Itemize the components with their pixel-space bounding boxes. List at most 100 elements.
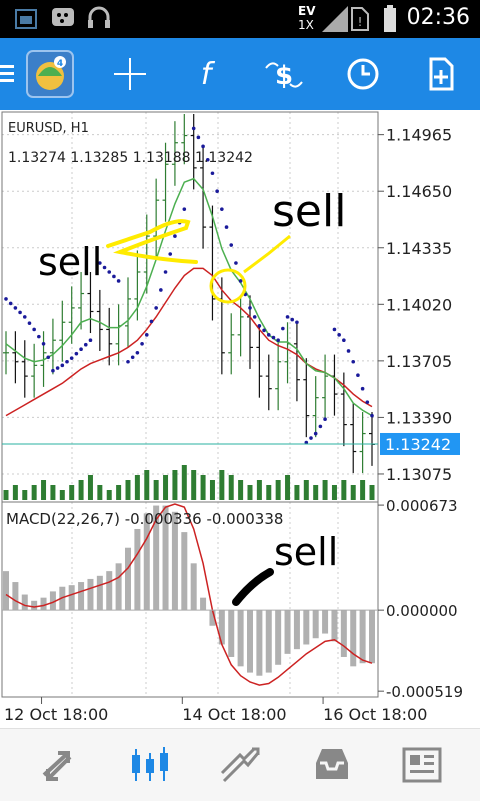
price-tick-label: 1.14650 [386, 182, 452, 201]
tab-chart[interactable] [102, 729, 198, 801]
macd-hist-bar [359, 610, 366, 664]
sar-dot [135, 350, 140, 355]
battery-icon [384, 5, 396, 32]
volume-bar [360, 480, 366, 500]
sar-dot [83, 342, 88, 347]
sar-dot [182, 207, 187, 211]
tab-trade[interactable] [192, 729, 288, 801]
volume-bar [238, 480, 244, 500]
sar-dot [32, 327, 36, 332]
new-order-button[interactable] [411, 38, 471, 110]
ohlc-label: 1.13274 1.13285 1.13188 1.13242 [8, 150, 253, 166]
volume-bar [116, 485, 122, 500]
signal-badge: 1X [298, 18, 314, 32]
macd-hist-bar [369, 610, 375, 664]
sar-dot [360, 386, 365, 391]
price-chart[interactable]: EURUSD, H1 1.13274 1.13285 1.13188 1.132… [0, 110, 480, 728]
sar-dot [201, 144, 205, 149]
volume-bar [59, 490, 65, 500]
volume-bar [106, 490, 112, 500]
macd-hist-bar [106, 571, 113, 611]
sar-dot [154, 306, 158, 310]
sar-dot [116, 279, 121, 283]
sar-dot [229, 243, 234, 247]
volume-bar [228, 475, 234, 500]
volume-bar [209, 480, 215, 500]
price-axis: 1.14965 1.14650 1.14335 1.14020 1.13705 1.133… [378, 126, 452, 484]
app-logo-button[interactable]: 4 [20, 38, 80, 110]
sar-dot [51, 368, 55, 373]
sar-dot [18, 310, 22, 315]
volume-bar [125, 480, 131, 500]
sar-dot [8, 301, 13, 306]
chart-icon [132, 747, 168, 781]
macd-hist-bar [247, 610, 253, 673]
sar-dot [323, 417, 327, 422]
volume-bar [153, 480, 159, 500]
tab-quotes[interactable] [10, 729, 106, 801]
news-icon [402, 747, 442, 783]
chart-area[interactable]: EURUSD, H1 1.13274 1.13285 1.13188 1.132… [0, 110, 480, 728]
signal-strength-icon [322, 6, 348, 32]
crosshair-icon [114, 58, 146, 90]
svg-text:!: ! [358, 15, 363, 29]
gallery-icon [15, 9, 37, 29]
sar-dot [74, 351, 79, 356]
volume-bar [256, 480, 262, 500]
time-axis: 12 Oct 18:00 14 Oct 18:00 16 Oct 18:00 [4, 697, 427, 724]
bottom-navigation [0, 728, 480, 801]
sar-dot [191, 126, 196, 131]
sar-dot [295, 320, 299, 325]
sar-dot [290, 317, 295, 322]
price-tick-label: 1.14965 [386, 126, 452, 145]
sar-dot [215, 189, 219, 193]
volume-bar [350, 485, 356, 500]
sell-annotation-1: sell [38, 240, 102, 284]
sar-dot [88, 338, 93, 343]
volume-bar [200, 475, 206, 500]
tab-history[interactable] [284, 729, 380, 801]
volume-bar [134, 475, 140, 500]
volume-bar [97, 485, 103, 500]
macd-label: MACD(22,26,7) -0.000336 -0.000338 [6, 510, 283, 528]
volume-bar [12, 485, 18, 500]
macd-hist-bar [115, 563, 122, 611]
macd-hist-bar [200, 597, 207, 611]
sar-dot [351, 359, 356, 364]
crosshair-button[interactable] [100, 38, 160, 110]
indicators-button[interactable]: f [176, 38, 236, 110]
volume-bar [191, 470, 197, 500]
sell-annotation-3: sell [274, 530, 338, 574]
sar-dot [46, 355, 51, 360]
trade-button[interactable]: $ [254, 38, 314, 110]
macd-hist-bar [125, 547, 131, 611]
macd-hist-bar [190, 563, 197, 611]
volume-bar [69, 485, 75, 500]
volume-bar [369, 485, 375, 500]
price-tick-label: 1.13705 [386, 352, 452, 371]
macd-hist-bar [3, 571, 9, 611]
sar-dot [60, 363, 65, 368]
price-bars [3, 114, 375, 474]
trade-icon: $ [265, 61, 303, 91]
sar-dot [149, 319, 154, 324]
sar-dot [55, 366, 60, 370]
current-price-label: 1.13242 [385, 435, 451, 454]
macd-hist-bar [237, 610, 244, 667]
macd-hist-bar [12, 582, 19, 611]
volume-bar [31, 485, 37, 500]
menu-button[interactable] [0, 38, 18, 110]
sar-dot [126, 359, 130, 364]
sar-dot [285, 315, 290, 319]
volume-bar [303, 480, 309, 500]
sar-dot [262, 328, 266, 333]
tab-news[interactable] [374, 729, 470, 801]
sar-dot [370, 413, 374, 418]
sar-dot [173, 234, 177, 238]
macd-tick-label: 0.000000 [386, 602, 458, 620]
timeframe-button[interactable] [333, 38, 393, 110]
sar-dot [112, 274, 116, 279]
volume-bar [163, 475, 169, 500]
sar-dot [159, 288, 163, 292]
macd-hist-bar [78, 582, 85, 611]
